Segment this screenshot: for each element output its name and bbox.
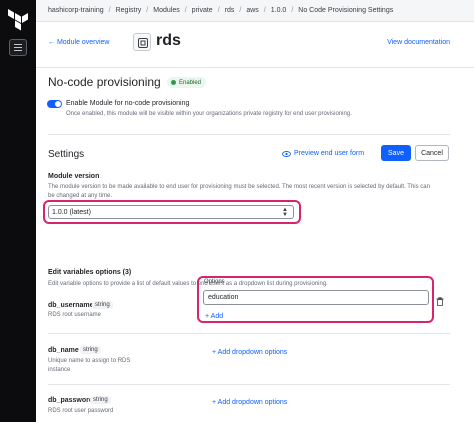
- breadcrumb-private[interactable]: private: [192, 7, 213, 14]
- breadcrumb-modules[interactable]: Modules: [153, 7, 179, 14]
- variable-description: RDS root username: [48, 312, 102, 318]
- save-button[interactable]: Save: [381, 145, 411, 161]
- back-link-label: Module overview: [56, 39, 110, 46]
- eye-icon: [282, 150, 291, 157]
- module-title: rds: [156, 32, 181, 49]
- view-documentation-link[interactable]: View documentation: [387, 39, 450, 46]
- section-divider: [48, 134, 450, 135]
- variable-name: db_password: [48, 397, 94, 404]
- breadcrumb-version[interactable]: 1.0.0: [271, 7, 287, 14]
- variable-type-badge: string: [92, 301, 113, 309]
- variable-description: Unique name to assign to RDS instance: [48, 358, 131, 373]
- no-code-provisioning-title: No-code provisioning: [48, 75, 161, 89]
- terraform-logo-icon[interactable]: [8, 9, 28, 31]
- add-dropdown-options-link[interactable]: + Add dropdown options: [212, 399, 287, 406]
- variable-name: db_name: [48, 347, 79, 354]
- breadcrumb: hashicorp-training / Registry / Modules …: [36, 0, 474, 22]
- check-circle-icon: [171, 80, 176, 85]
- status-badge: Enabled: [167, 77, 207, 88]
- enable-no-code-label: Enable Module for no-code provisioning: [66, 100, 190, 107]
- variable-description: RDS root user password: [48, 408, 114, 414]
- breadcrumb-separator: /: [263, 7, 266, 14]
- row-divider: [48, 384, 450, 385]
- breadcrumb-separator: /: [184, 7, 187, 14]
- preview-link-label: Preview end user form: [294, 150, 365, 157]
- enable-no-code-toggle[interactable]: [47, 100, 62, 108]
- back-to-module-overview-link[interactable]: ← Module overview: [48, 39, 109, 46]
- module-header: ← Module overview rds View documentation: [36, 22, 474, 68]
- arrow-left-icon: ←: [48, 39, 55, 46]
- module-version-value: 1.0.0 (latest): [52, 208, 91, 216]
- variable-type-badge: string: [80, 346, 101, 354]
- chevron-up-down-icon: ▲ ▼: [282, 207, 288, 218]
- preview-end-user-form-link[interactable]: Preview end user form: [282, 150, 364, 157]
- breadcrumb-separator: /: [217, 7, 220, 14]
- add-dropdown-options-link[interactable]: + Add dropdown options: [212, 349, 287, 356]
- breadcrumb-separator: /: [108, 7, 111, 14]
- row-divider: [48, 333, 450, 334]
- breadcrumb-aws[interactable]: aws: [246, 7, 258, 14]
- add-option-link[interactable]: + Add: [205, 313, 223, 320]
- variable-name: db_username: [48, 302, 94, 309]
- breadcrumb-separator: /: [239, 7, 242, 14]
- breadcrumb-org[interactable]: hashicorp-training: [48, 7, 104, 14]
- module-version-select[interactable]: 1.0.0 (latest) ▲ ▼: [48, 205, 294, 219]
- option-value-input[interactable]: education: [203, 290, 429, 305]
- option-value-text: education: [208, 294, 239, 301]
- breadcrumb-rds[interactable]: rds: [225, 7, 235, 14]
- breadcrumb-current: No Code Provisioning Settings: [298, 7, 394, 14]
- breadcrumb-registry[interactable]: Registry: [116, 7, 142, 14]
- edit-variables-title: Edit variables options (3): [48, 269, 132, 276]
- module-icon: [133, 33, 151, 51]
- trash-icon[interactable]: [436, 293, 444, 311]
- module-version-label: Module version: [48, 173, 100, 180]
- enable-no-code-help: Once enabled, this module will be visibl…: [66, 111, 352, 117]
- main-content: ← Module overview rds View documentation…: [36, 22, 474, 422]
- menu-icon[interactable]: [9, 39, 27, 56]
- breadcrumb-separator: /: [146, 7, 149, 14]
- status-badge-label: Enabled: [179, 79, 202, 86]
- settings-title: Settings: [48, 149, 85, 160]
- app-sidebar: [0, 0, 36, 422]
- cancel-button[interactable]: Cancel: [415, 145, 449, 161]
- module-version-help: The module version to be made available …: [48, 184, 430, 199]
- options-label: Options: [204, 279, 225, 285]
- breadcrumb-separator: /: [291, 7, 294, 14]
- variable-type-badge: string: [90, 396, 111, 404]
